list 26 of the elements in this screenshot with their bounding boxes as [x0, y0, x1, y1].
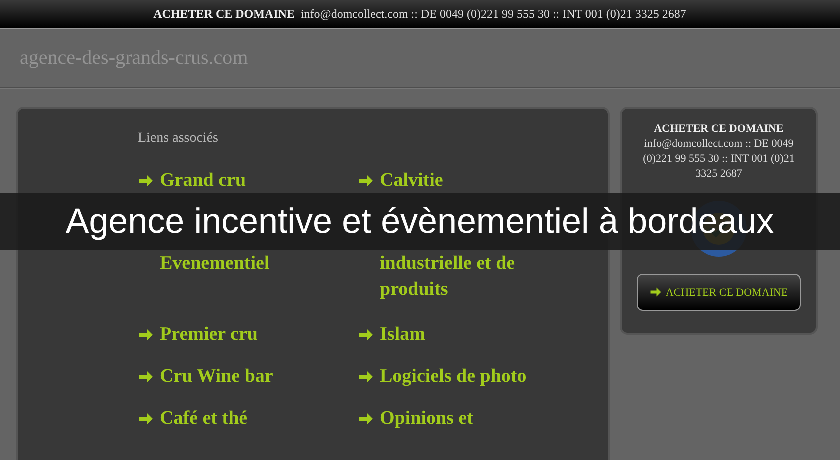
related-link[interactable]: Opinions et: [358, 409, 474, 429]
related-link[interactable]: Cru Wine bar: [138, 367, 274, 387]
related-link[interactable]: industrielle et de produits: [358, 251, 568, 303]
arrow-icon: [358, 328, 374, 342]
related-link[interactable]: Grand cru: [138, 171, 246, 191]
sidebar-contact: info@domcollect.com :: DE 0049 (0)221 99 555 30 :: INT 001 (0)21 3325 2687: [642, 137, 796, 182]
arrow-icon: [138, 370, 154, 384]
arrow-icon: [138, 174, 154, 188]
arrow-icon: [138, 412, 154, 426]
arrow-icon: [650, 287, 662, 298]
arrow-icon: [358, 370, 374, 384]
buy-domain-button[interactable]: ACHETER CE DOMAINE: [637, 274, 801, 311]
related-link[interactable]: Calvitie: [358, 171, 444, 191]
arrow-icon: [358, 174, 374, 188]
related-link[interactable]: Evenementiel: [138, 251, 270, 277]
related-link[interactable]: Premier cru: [138, 325, 258, 345]
related-link[interactable]: Logiciels de photo: [358, 367, 527, 387]
contact-text: info@domcollect.com :: DE 0049 (0)221 99 555 30 :: INT 001 (0)21 3325 2687: [300, 6, 686, 22]
buy-domain-label: ACHETER CE DOMAINE: [154, 6, 295, 22]
banner-title: Agence incentive et évènementiel à bordeaux: [66, 202, 774, 242]
arrow-icon: [138, 328, 154, 342]
arrow-icon: [358, 412, 374, 426]
related-link[interactable]: Café et thé: [138, 409, 248, 429]
sidebar-title: ACHETER CE DOMAINE: [654, 123, 784, 135]
related-link[interactable]: Islam: [358, 325, 426, 345]
section-heading: Liens associés: [138, 131, 220, 147]
